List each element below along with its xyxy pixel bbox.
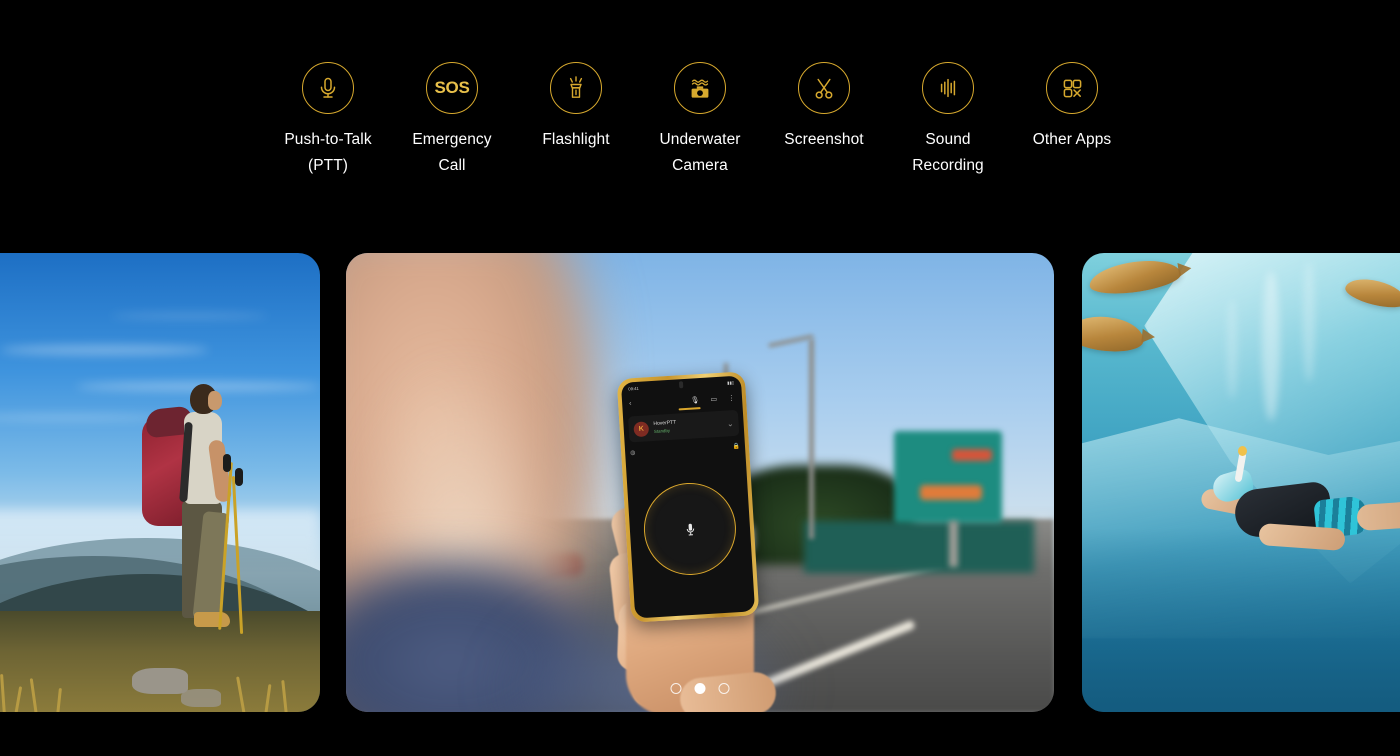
feature-sound-recording[interactable]: Sound Recording <box>886 62 1010 179</box>
feature-label: Underwater Camera <box>659 131 741 174</box>
ptt-talk-button[interactable] <box>641 480 739 578</box>
ptt-microphone-icon <box>686 523 694 535</box>
feature-other-apps[interactable]: Other Apps <box>1010 62 1134 153</box>
feature-flashlight[interactable]: Flashlight <box>514 62 638 153</box>
feature-label: Screenshot <box>784 131 864 148</box>
sos-icon: SOS <box>426 62 478 114</box>
active-tab-indicator <box>678 407 702 410</box>
rugged-phone: 09:41 ▮▮▯ ‹ 🎙 ▭ ⋮ K HoverPTT Standby ⌄ ◍… <box>616 371 760 623</box>
flashlight-icon <box>550 62 602 114</box>
feature-screenshot[interactable]: Screenshot <box>762 62 886 153</box>
carousel-dot-2[interactable] <box>694 683 706 694</box>
scissors-icon <box>798 62 850 114</box>
carousel-dot-1[interactable] <box>670 683 682 694</box>
image-carousel: 09:41 ▮▮▯ ‹ 🎙 ▭ ⋮ K HoverPTT Standby ⌄ ◍… <box>0 253 1400 713</box>
hiker-figure <box>132 384 252 684</box>
lock-icon[interactable]: 🔒 <box>732 442 740 449</box>
contact-row[interactable]: K HoverPTT Standby ⌄ <box>627 409 740 443</box>
feature-icon-row: Push-to-Talk (PTT) SOS Emergency Call Fl… <box>0 62 1400 179</box>
chat-tab-icon[interactable]: ▭ <box>710 395 717 403</box>
sos-glyph: SOS <box>434 78 470 97</box>
mic-tab-icon[interactable]: 🎙 <box>690 396 699 405</box>
overflow-menu-icon[interactable]: ⋮ <box>728 393 735 401</box>
app-grid-icon <box>1046 62 1098 114</box>
sound-wave-icon <box>922 62 974 114</box>
snorkeler-figure <box>1199 446 1400 584</box>
feature-emergency-call[interactable]: SOS Emergency Call <box>390 62 514 179</box>
underwater-snorkeler-slide[interactable] <box>1082 253 1400 712</box>
status-indicators: ▮▮▯ <box>727 379 735 386</box>
phone-sub-toolbar: ◍ 🔒 <box>630 439 741 460</box>
phone-screen: 09:41 ▮▮▯ ‹ 🎙 ▭ ⋮ K HoverPTT Standby ⌄ ◍… <box>620 375 756 619</box>
carousel-dots <box>670 683 730 694</box>
feature-label: Sound Recording <box>912 131 984 174</box>
feature-label: Push-to-Talk (PTT) <box>284 131 372 174</box>
hiker-mountain-slide[interactable] <box>0 253 320 712</box>
page-root: Push-to-Talk (PTT) SOS Emergency Call Fl… <box>0 0 1400 756</box>
contact-status: Standby <box>653 427 671 434</box>
avatar: K <box>633 420 650 437</box>
highway-sign <box>894 431 1002 523</box>
push-to-talk-slide[interactable]: 09:41 ▮▮▯ ‹ 🎙 ▭ ⋮ K HoverPTT Standby ⌄ ◍… <box>346 253 1054 712</box>
carousel-dot-3[interactable] <box>718 683 730 694</box>
chevron-down-icon[interactable]: ⌄ <box>727 419 734 428</box>
feature-underwater-camera[interactable]: Underwater Camera <box>638 62 762 179</box>
feature-label: Other Apps <box>1032 131 1112 148</box>
feature-push-to-talk[interactable]: Push-to-Talk (PTT) <box>266 62 390 179</box>
underwater-camera-icon <box>674 62 726 114</box>
microphone-icon <box>302 62 354 114</box>
feature-label: Emergency Call <box>412 131 492 174</box>
back-arrow-icon[interactable]: ‹ <box>629 400 632 407</box>
group-icon[interactable]: ◍ <box>630 449 636 456</box>
status-time: 09:41 <box>628 385 639 392</box>
feature-label: Flashlight <box>542 131 610 148</box>
